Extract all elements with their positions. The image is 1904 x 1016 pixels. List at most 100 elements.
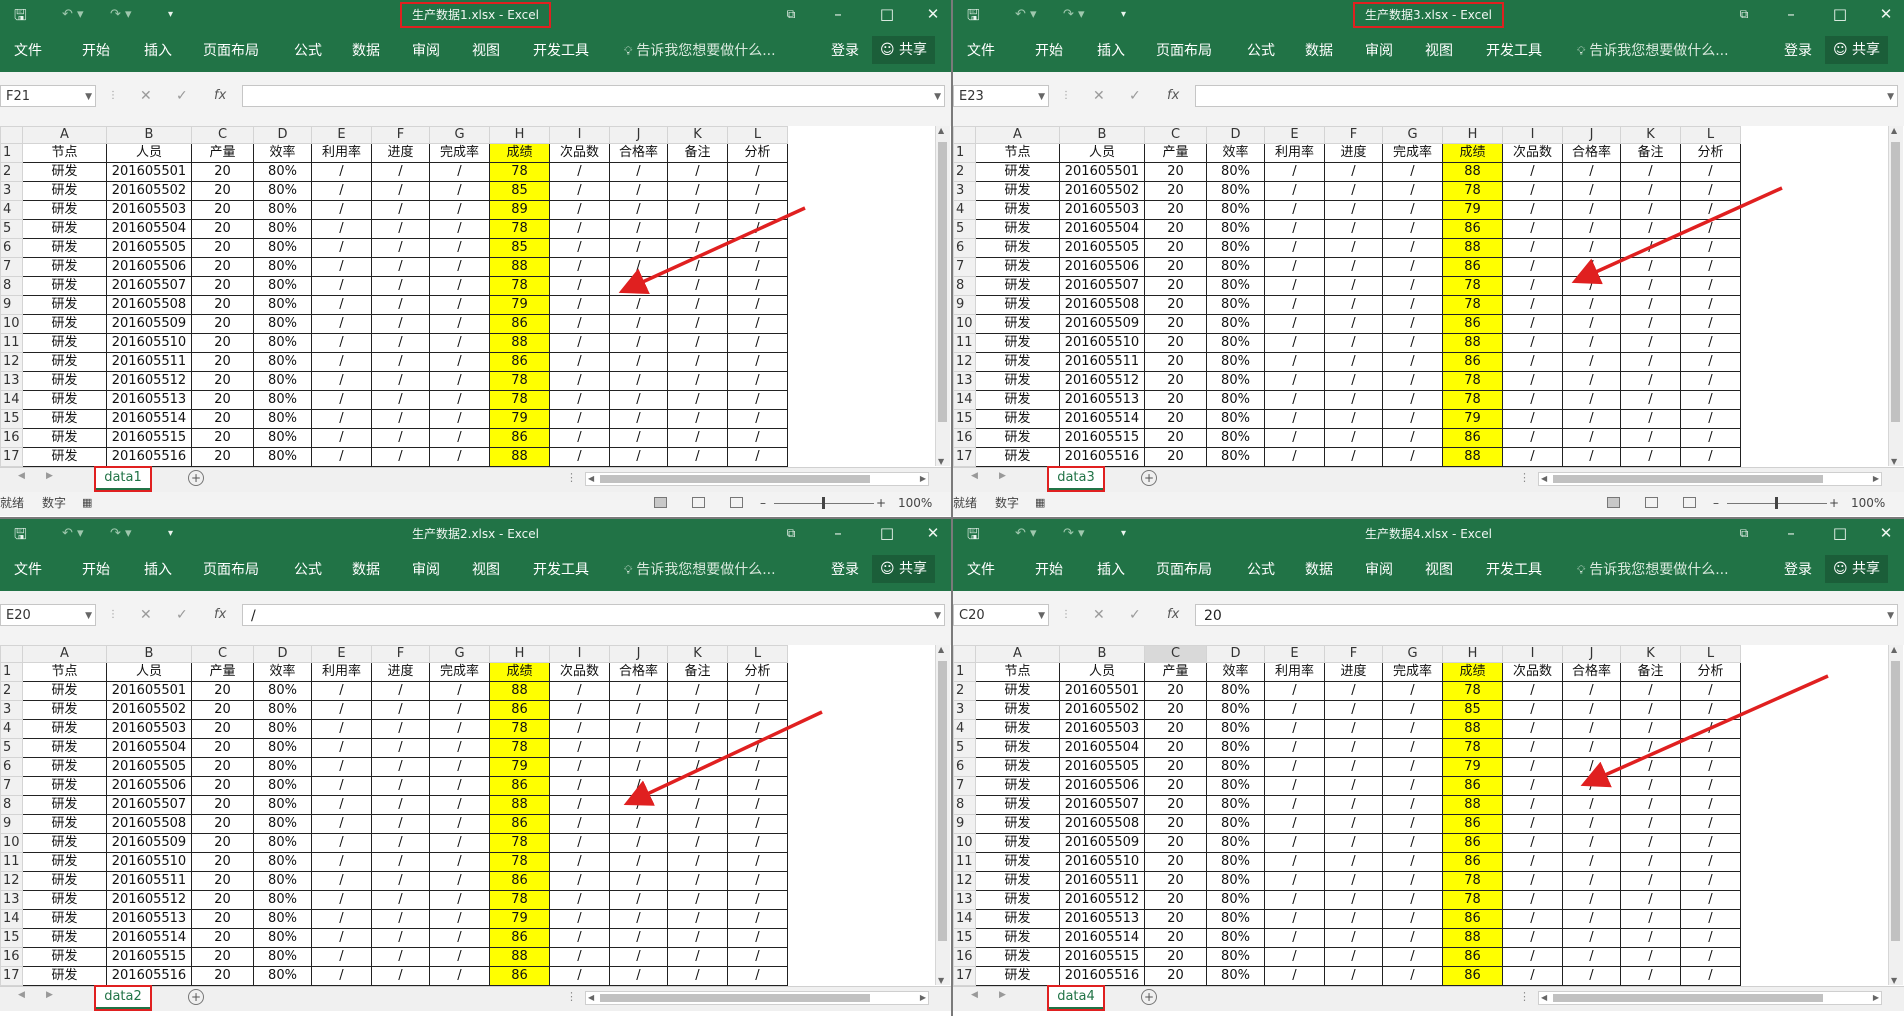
tab-7[interactable]: 视图 [1425, 561, 1453, 579]
node-cell[interactable]: 研发 [22, 219, 107, 239]
cell[interactable]: / [667, 757, 728, 777]
score-cell[interactable]: 79 [489, 757, 550, 777]
output-cell[interactable]: 20 [1144, 814, 1207, 834]
cell[interactable]: / [667, 314, 728, 334]
cell[interactable]: / [429, 371, 490, 391]
cell[interactable]: / [1382, 428, 1443, 448]
cell[interactable]: / [371, 390, 430, 410]
row-number[interactable]: 1 [953, 143, 976, 163]
cell[interactable]: / [311, 181, 372, 201]
cancel-icon[interactable]: ✕ [1093, 86, 1105, 106]
output-cell[interactable]: 20 [191, 276, 254, 296]
tab-6[interactable]: 审阅 [412, 42, 440, 60]
column-header-B[interactable]: B [106, 126, 192, 144]
cell[interactable]: / [727, 352, 788, 372]
cell[interactable]: / [311, 371, 372, 391]
cell[interactable]: / [1382, 909, 1443, 929]
login-button[interactable]: 登录 [1784, 561, 1812, 579]
row-number[interactable]: 1 [0, 143, 23, 163]
horizontal-scrollbar[interactable]: ◀ ▶ [585, 472, 929, 486]
scroll-thumb[interactable] [938, 661, 947, 941]
column-header-C[interactable]: C [1144, 126, 1207, 144]
row-number[interactable]: 13 [0, 371, 23, 391]
prev-sheet-icon[interactable]: ◀ [18, 471, 25, 481]
cell[interactable]: / [1680, 314, 1741, 334]
efficiency-cell[interactable]: 80% [253, 447, 312, 467]
staff-cell[interactable]: 201605514 [106, 928, 192, 948]
row-number[interactable]: 2 [0, 681, 23, 701]
efficiency-cell[interactable]: 80% [253, 390, 312, 410]
cell[interactable]: / [1620, 352, 1681, 372]
score-cell[interactable]: 86 [489, 776, 550, 796]
efficiency-cell[interactable]: 80% [253, 181, 312, 201]
cell[interactable]: / [1382, 333, 1443, 353]
efficiency-cell[interactable]: 80% [253, 352, 312, 372]
node-cell[interactable]: 研发 [975, 700, 1060, 720]
cell[interactable]: / [727, 238, 788, 258]
row-number[interactable]: 16 [0, 428, 23, 448]
score-cell[interactable]: 88 [489, 681, 550, 701]
insert-function-icon[interactable]: fx [1167, 86, 1179, 106]
score-cell[interactable]: 86 [1442, 966, 1503, 986]
column-header-A[interactable]: A [22, 126, 107, 144]
column-header-L[interactable]: L [727, 645, 788, 663]
cell[interactable]: / [429, 776, 490, 796]
score-cell[interactable]: 86 [1442, 947, 1503, 967]
staff-cell[interactable]: 201605508 [1059, 814, 1145, 834]
cell[interactable]: / [1502, 428, 1563, 448]
output-cell[interactable]: 20 [1144, 757, 1207, 777]
zoom-level[interactable]: 100% [898, 492, 932, 514]
zoom-thumb[interactable] [822, 497, 825, 509]
minimize-button[interactable]: – [1779, 4, 1803, 24]
cell[interactable]: / [609, 738, 668, 758]
score-cell[interactable]: 86 [1442, 852, 1503, 872]
efficiency-cell[interactable]: 80% [253, 681, 312, 701]
cell[interactable]: / [1620, 852, 1681, 872]
tab-0[interactable]: 文件 [14, 561, 42, 579]
cell[interactable]: / [1264, 200, 1325, 220]
row-number[interactable]: 10 [0, 314, 23, 334]
cell[interactable]: / [1620, 219, 1681, 239]
cell[interactable]: / [429, 833, 490, 853]
row-number[interactable]: 16 [953, 428, 976, 448]
row-number[interactable]: 11 [0, 333, 23, 353]
cell[interactable]: / [667, 871, 728, 891]
cell[interactable]: / [609, 276, 668, 296]
tab-7[interactable]: 视图 [472, 561, 500, 579]
node-cell[interactable]: 研发 [975, 909, 1060, 929]
row-number[interactable]: 17 [953, 447, 976, 467]
header-cell[interactable]: 成绩 [1442, 662, 1503, 682]
cell[interactable]: / [667, 200, 728, 220]
sheet-tab[interactable]: data3 [1047, 466, 1105, 492]
tab-4[interactable]: 公式 [1247, 42, 1275, 60]
column-header-A[interactable]: A [975, 126, 1060, 144]
score-cell[interactable]: 86 [1442, 428, 1503, 448]
node-cell[interactable]: 研发 [975, 814, 1060, 834]
row-number[interactable]: 11 [953, 333, 976, 353]
cell[interactable]: / [371, 219, 430, 239]
cell[interactable]: / [1502, 776, 1563, 796]
output-cell[interactable]: 20 [191, 238, 254, 258]
cell[interactable]: / [1680, 890, 1741, 910]
cell[interactable]: / [1502, 333, 1563, 353]
tab-6[interactable]: 审阅 [1365, 561, 1393, 579]
output-cell[interactable]: 20 [1144, 257, 1207, 277]
node-cell[interactable]: 研发 [22, 928, 107, 948]
score-cell[interactable]: 88 [1442, 162, 1503, 182]
cell[interactable]: / [1324, 409, 1383, 429]
output-cell[interactable]: 20 [1144, 390, 1207, 410]
next-sheet-icon[interactable]: ▶ [999, 471, 1006, 481]
efficiency-cell[interactable]: 80% [253, 814, 312, 834]
enter-icon[interactable]: ✓ [1129, 86, 1141, 106]
cell[interactable]: / [371, 738, 430, 758]
output-cell[interactable]: 20 [1144, 833, 1207, 853]
cell[interactable]: / [1562, 928, 1621, 948]
cell[interactable]: / [1562, 352, 1621, 372]
column-header-D[interactable]: D [253, 126, 312, 144]
scroll-left-icon[interactable]: ◀ [1541, 993, 1547, 1002]
cell[interactable]: / [727, 719, 788, 739]
header-cell[interactable]: 分析 [1680, 143, 1741, 163]
scroll-thumb[interactable] [1891, 142, 1900, 422]
cell[interactable]: / [1264, 162, 1325, 182]
cell[interactable]: / [1324, 909, 1383, 929]
